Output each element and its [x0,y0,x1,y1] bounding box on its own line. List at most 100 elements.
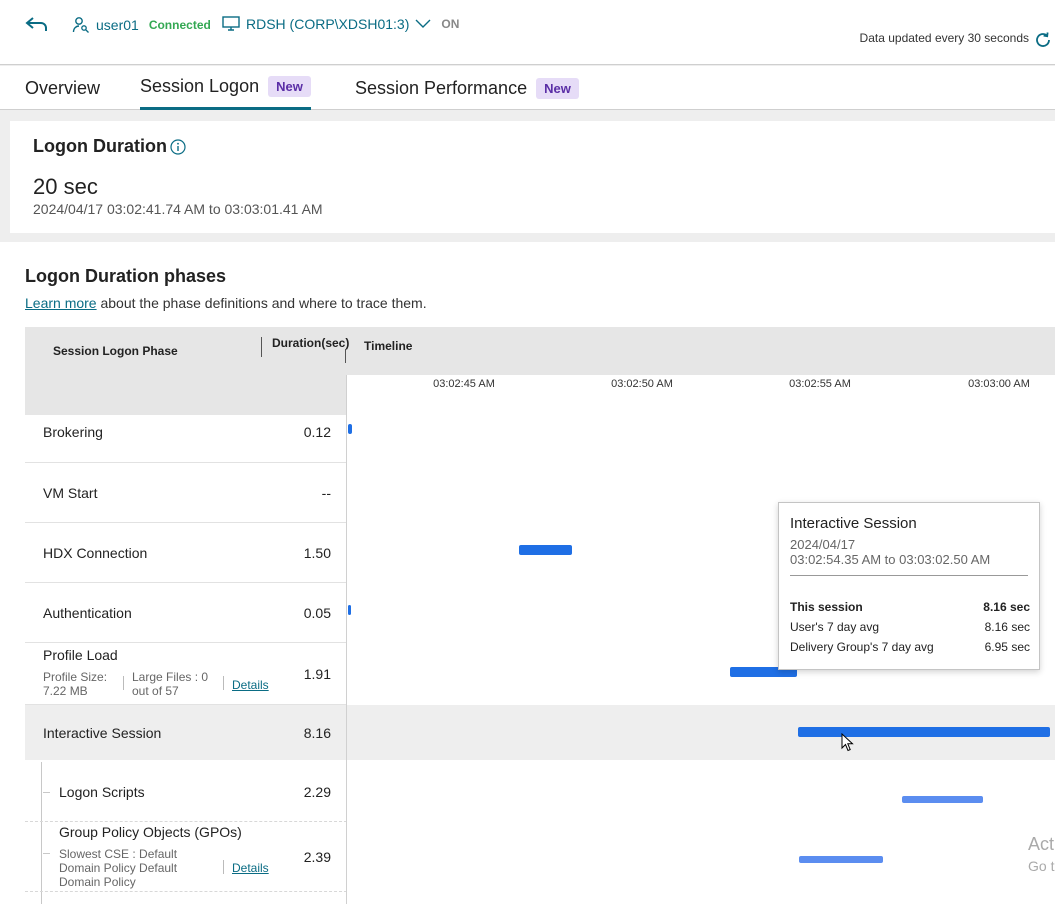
phase-value: 0.12 [303,424,331,440]
phase-name: Brokering [43,424,103,440]
tab-bar: Overview Session Logon New Session Perfo… [0,66,1055,110]
info-icon[interactable] [170,139,186,155]
monitor-icon [222,16,240,31]
timeline-bar-interactive-session[interactable] [798,727,1050,737]
update-notice: Data updated every 30 seconds [859,31,1029,45]
learn-more-link[interactable]: Learn more [25,295,97,311]
tooltip-value: 8.16 sec [983,600,1030,614]
tooltip-title: Interactive Session [790,515,917,532]
refresh-icon[interactable] [1033,30,1053,50]
section-title: Logon Duration phases [25,266,227,286]
user-info: user01 Connected [72,16,211,34]
total-duration: 20 sec [33,174,98,199]
tooltip-label: Delivery Group's 7 day avg [790,640,934,654]
timeline-bar-brokering[interactable] [348,424,352,434]
phase-name: VM Start [43,485,98,501]
phase-row-hdx-connection[interactable]: HDX Connection 1.50 [25,523,347,583]
gpo-details-link[interactable]: Details [232,861,269,875]
tab-session-performance[interactable]: Session Performance New [355,66,579,110]
chevron-down-icon[interactable] [415,19,431,29]
phase-row-authentication[interactable]: Authentication 0.05 [25,583,347,643]
table-header: Session Logon Phase Duration(sec) Timeli… [25,327,1055,375]
large-files-value: out of 57 [132,684,179,698]
phase-row-vm-start[interactable]: VM Start -- [25,463,347,523]
timeline-tick: 03:02:55 AM [789,378,851,390]
watermark-text: Act [1028,834,1055,854]
large-files-label: Large Files : 0 [132,670,209,684]
new-badge: New [268,76,311,97]
table-divider [346,375,347,904]
back-arrow-icon[interactable] [24,12,50,38]
col-divider[interactable] [261,337,262,357]
user-name[interactable]: user01 [96,17,139,33]
phase-row-brokering[interactable]: Brokering 0.12 [25,402,347,463]
timeline-tick: 03:03:00 AM [968,378,1030,390]
phase-tooltip: Interactive Session 2024/04/17 03:02:54.… [778,502,1040,670]
tooltip-value: 6.95 sec [984,640,1030,654]
phase-value: 1.91 [303,666,331,682]
col-timeline: Timeline [364,339,413,353]
new-badge: New [536,77,579,99]
section-subtitle: Learn more about the phase definitions a… [25,295,427,311]
phase-row-interactive-session[interactable]: Interactive Session 8.16 [25,705,347,762]
timeline-bar-hdx-connection[interactable] [519,545,572,555]
divider [223,676,224,690]
host-name[interactable]: RDSH (CORP\XDSH01:3) [246,16,409,32]
tooltip-range: 03:02:54.35 AM to 03:03:02.50 AM [790,552,991,567]
host-info[interactable]: RDSH (CORP\XDSH01:3) ON [222,16,459,32]
phase-name: HDX Connection [43,545,148,561]
phase-value: -- [321,485,331,501]
phase-name: Logon Scripts [59,784,145,800]
profile-size-value: 7.22 MB [43,684,88,698]
col-duration: Duration(sec) [272,336,350,350]
watermark-text: Go t [1028,858,1055,874]
phase-name: Group Policy Objects (GPOs) [59,824,242,840]
connection-status: Connected [148,18,211,32]
user-key-icon [72,17,89,33]
logon-duration-card: Logon Duration 20 sec 2024/04/17 03:02:4… [10,121,1055,233]
card-title: Logon Duration [33,136,167,156]
tab-overview[interactable]: Overview [25,66,100,110]
tooltip-value: 8.16 sec [984,620,1030,634]
tab-label: Session Performance [355,77,528,98]
subtitle-text: about the phase definitions and where to… [96,295,427,311]
tooltip-date: 2024/04/17 [790,537,856,552]
phase-value: 2.29 [303,784,331,800]
timeline-tick: 03:02:45 AM [433,378,495,390]
tab-label: Overview [25,77,101,98]
phase-name: Profile Load [43,647,118,663]
divider [223,860,224,874]
tooltip-divider [790,575,1028,576]
slowest-cse-text: Domain Policy Default [59,861,178,875]
tooltip-label: This session [790,600,863,614]
timeline-tick: 03:02:50 AM [611,378,673,390]
col-phase: Session Logon Phase [53,344,178,358]
top-bar: user01 Connected RDSH (CORP\XDSH01:3) ON… [0,0,1055,65]
slowest-cse-text: Slowest CSE : Default [59,847,178,861]
phase-name: Interactive Session [43,725,162,741]
phase-row-profile-load[interactable]: Profile Load Profile Size: 7.22 MB Large… [25,643,347,705]
phase-row-gpos[interactable]: Group Policy Objects (GPOs) Slowest CSE … [25,822,347,892]
duration-range: 2024/04/17 03:02:41.74 AM to 03:03:01.41… [33,201,323,217]
phase-value: 0.05 [303,605,331,621]
phases-section: Logon Duration phases Learn more about t… [0,242,1055,904]
phase-value: 2.39 [303,849,331,865]
timeline-bar-authentication[interactable] [348,605,351,615]
tab-session-logon[interactable]: Session Logon New [140,66,311,110]
phase-value: 8.16 [303,725,331,741]
col-divider[interactable] [345,349,346,363]
timeline-bar-gpos[interactable] [799,856,883,863]
phase-row-logon-scripts[interactable]: Logon Scripts 2.29 [25,762,347,822]
slowest-cse-text: Domain Policy [59,875,136,889]
power-status: ON [441,17,460,31]
divider [123,676,124,690]
tooltip-label: User's 7 day avg [790,620,879,634]
tab-label: Session Logon [140,76,260,96]
timeline-bar-logon-scripts[interactable] [902,796,983,803]
session-details-page: user01 Connected RDSH (CORP\XDSH01:3) ON… [0,0,1055,904]
profile-size-label: Profile Size: [43,670,108,684]
phase-name: Authentication [43,605,132,621]
mouse-pointer-icon [841,733,854,752]
phase-value: 1.50 [303,545,331,561]
profile-details-link[interactable]: Details [232,678,269,692]
